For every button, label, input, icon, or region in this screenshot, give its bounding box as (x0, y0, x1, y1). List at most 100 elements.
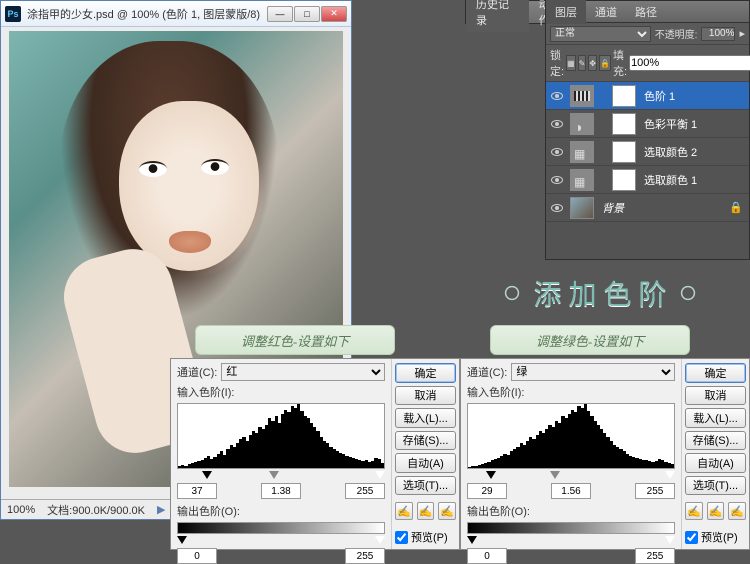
gray-point-dropper[interactable]: ✍ (707, 502, 725, 520)
out-white-input[interactable] (345, 548, 385, 564)
input-slider[interactable] (467, 471, 675, 481)
adjustment-thumb-icon[interactable] (570, 85, 594, 107)
lock-transparent-icon[interactable]: ▦ (566, 55, 576, 71)
output-slider[interactable] (177, 536, 385, 546)
save-button[interactable]: 存储(S)... (685, 431, 746, 451)
shadow-slider[interactable] (486, 471, 496, 479)
shadow-slider[interactable] (202, 471, 212, 479)
highlight-slider[interactable] (375, 471, 385, 479)
highlight-slider[interactable] (665, 471, 675, 479)
shadow-input[interactable] (467, 483, 507, 499)
cancel-button[interactable]: 取消 (685, 386, 746, 406)
lock-all-icon[interactable]: 🔒 (599, 55, 611, 71)
shadow-input[interactable] (177, 483, 217, 499)
tutorial-title-text: 添 加 色 阶 (533, 273, 666, 313)
ok-button[interactable]: 确定 (685, 363, 746, 383)
out-black-input[interactable] (177, 548, 217, 564)
auto-button[interactable]: 自动(A) (395, 453, 456, 473)
midtone-input[interactable] (551, 483, 591, 499)
output-gradient[interactable] (467, 522, 675, 534)
out-white-slider[interactable] (375, 536, 385, 544)
opacity-input[interactable] (701, 27, 735, 41)
load-button[interactable]: 载入(L)... (685, 408, 746, 428)
layer-selective-color-1[interactable]: 选取颜色 1 (546, 166, 749, 194)
layer-levels-1[interactable]: 色阶 1 (546, 82, 749, 110)
output-slider[interactable] (467, 536, 675, 546)
black-point-dropper[interactable]: ✍ (395, 502, 413, 520)
midtone-slider[interactable] (269, 471, 279, 479)
adjustment-thumb-icon[interactable] (570, 141, 594, 163)
fill-input[interactable] (629, 55, 750, 71)
tab-layers[interactable]: 图层 (546, 0, 586, 24)
layer-mask-thumb[interactable] (612, 169, 636, 191)
layer-name[interactable]: 背景 (598, 200, 725, 216)
out-black-input[interactable] (467, 548, 507, 564)
channel-select[interactable]: 绿 (511, 363, 675, 381)
auto-button[interactable]: 自动(A) (685, 453, 746, 473)
black-point-dropper[interactable]: ✍ (685, 502, 703, 520)
tab-channels[interactable]: 通道 (586, 0, 626, 24)
visibility-toggle[interactable] (548, 115, 566, 133)
titlebar[interactable]: Ps 涂指甲的少女.psd @ 100% (色阶 1, 图层蒙版/8) — □ … (1, 1, 351, 27)
layer-name[interactable]: 选取颜色 1 (640, 172, 747, 188)
output-levels-label: 输出色阶(O): (177, 503, 240, 519)
layer-mask-thumb[interactable] (612, 113, 636, 135)
minimize-button[interactable]: — (267, 6, 293, 22)
out-black-slider[interactable] (177, 536, 187, 544)
channel-select[interactable]: 红 (221, 363, 385, 381)
layer-name[interactable]: 选取颜色 2 (640, 144, 747, 160)
preview-checkbox[interactable]: 预览(P) (395, 529, 456, 545)
out-black-slider[interactable] (467, 536, 477, 544)
layer-background[interactable]: 背景 🔒 (546, 194, 749, 222)
white-point-dropper[interactable]: ✍ (728, 502, 746, 520)
maximize-button[interactable]: □ (294, 6, 320, 22)
midtone-input[interactable] (261, 483, 301, 499)
gray-point-dropper[interactable]: ✍ (417, 502, 435, 520)
lock-paint-icon[interactable]: ✎ (578, 55, 587, 71)
lock-label: 锁定: (550, 47, 564, 79)
visibility-toggle[interactable] (548, 171, 566, 189)
preview-checkbox[interactable]: 预览(P) (685, 529, 746, 545)
layer-list: 色阶 1 色彩平衡 1 选取颜色 2 选取颜色 1 背景 🔒 (546, 82, 749, 262)
visibility-toggle[interactable] (548, 199, 566, 217)
tab-history[interactable]: 历史记录 (466, 0, 529, 32)
layer-thumb[interactable] (570, 197, 594, 219)
layer-name[interactable]: 色阶 1 (640, 88, 747, 104)
input-levels-label: 输入色阶(I): (177, 384, 234, 400)
white-point-dropper[interactable]: ✍ (438, 502, 456, 520)
visibility-toggle[interactable] (548, 87, 566, 105)
section-green-label: 调整绿色-设置如下 (490, 325, 690, 355)
input-slider[interactable] (177, 471, 385, 481)
midtone-slider[interactable] (550, 471, 560, 479)
statusbar-arrow-icon[interactable]: ▶ (157, 503, 165, 516)
blend-mode-select[interactable]: 正常 (550, 26, 651, 42)
layer-mask-thumb[interactable] (612, 85, 636, 107)
adjustment-thumb-icon[interactable] (570, 113, 594, 135)
layer-selective-color-2[interactable]: 选取颜色 2 (546, 138, 749, 166)
lock-icon: 🔒 (729, 201, 747, 214)
highlight-input[interactable] (635, 483, 675, 499)
options-button[interactable]: 选项(T)... (395, 476, 456, 496)
fill-label: 填充: (613, 47, 627, 79)
lock-move-icon[interactable]: ✥ (588, 55, 597, 71)
zoom-value[interactable]: 100% (7, 504, 35, 516)
adjustment-thumb-icon[interactable] (570, 169, 594, 191)
ornament-icon (675, 280, 701, 306)
layer-color-balance-1[interactable]: 色彩平衡 1 (546, 110, 749, 138)
options-button[interactable]: 选项(T)... (685, 476, 746, 496)
section-red-label: 调整红色-设置如下 (195, 325, 395, 355)
close-button[interactable]: ✕ (321, 6, 347, 22)
out-white-input[interactable] (635, 548, 675, 564)
tab-paths[interactable]: 路径 (626, 0, 666, 24)
highlight-input[interactable] (345, 483, 385, 499)
layer-mask-thumb[interactable] (612, 141, 636, 163)
output-gradient[interactable] (177, 522, 385, 534)
cancel-button[interactable]: 取消 (395, 386, 456, 406)
save-button[interactable]: 存储(S)... (395, 431, 456, 451)
ok-button[interactable]: 确定 (395, 363, 456, 383)
load-button[interactable]: 载入(L)... (395, 408, 456, 428)
opacity-arrow-icon[interactable]: ▸ (739, 27, 745, 40)
out-white-slider[interactable] (665, 536, 675, 544)
layer-name[interactable]: 色彩平衡 1 (640, 116, 747, 132)
visibility-toggle[interactable] (548, 143, 566, 161)
